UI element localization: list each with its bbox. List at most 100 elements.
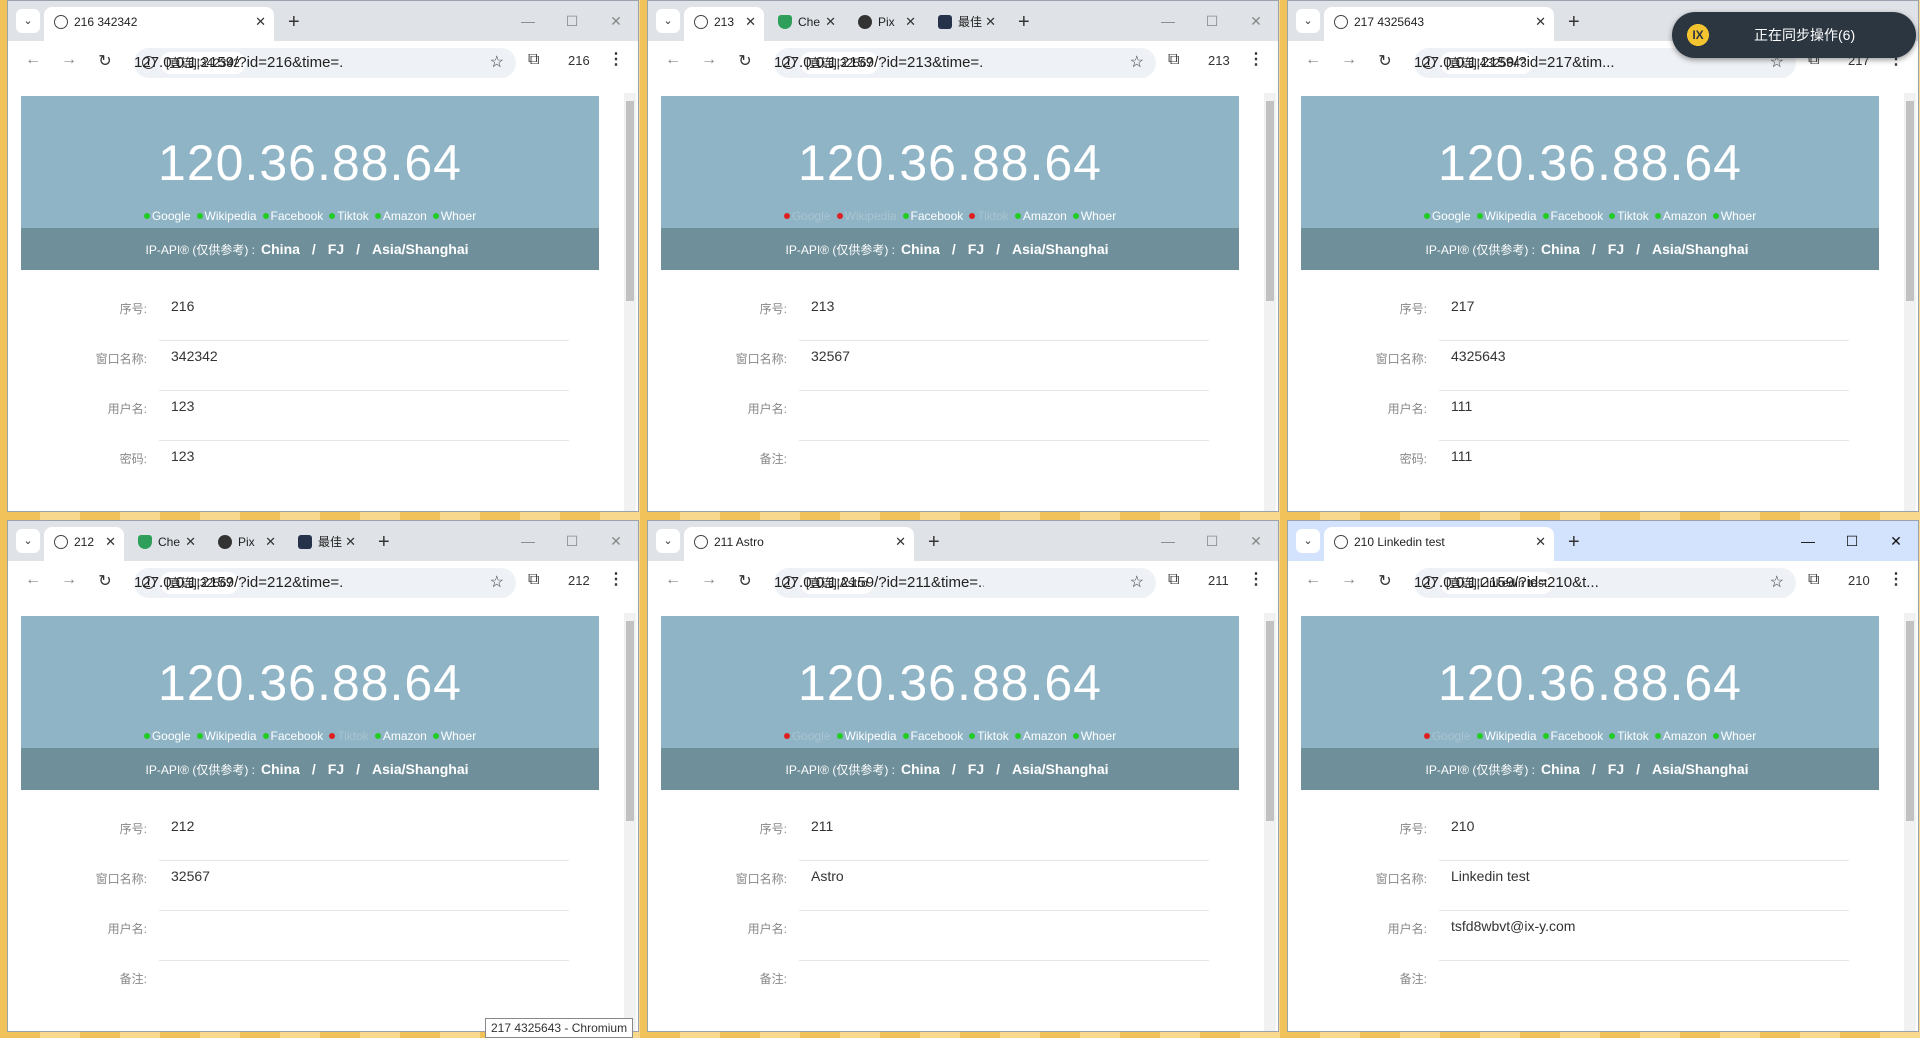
maximize-icon[interactable]: ☐: [560, 529, 584, 553]
scrollbar[interactable]: [1264, 93, 1276, 511]
menu-icon[interactable]: ⋮: [1888, 569, 1904, 589]
menu-icon[interactable]: ⋮: [608, 49, 624, 69]
site-check-link[interactable]: Tiktok: [1609, 209, 1649, 223]
extensions-icon[interactable]: ⧉: [1168, 51, 1179, 69]
close-tab-icon[interactable]: ✕: [105, 527, 116, 557]
site-check-link[interactable]: Tiktok: [969, 729, 1009, 743]
minimize-icon[interactable]: —: [1156, 9, 1180, 33]
menu-icon[interactable]: ⋮: [608, 569, 624, 589]
site-check-link[interactable]: Tiktok: [329, 729, 369, 743]
close-tab-icon[interactable]: ✕: [985, 7, 996, 37]
tab-search-icon[interactable]: ⌄: [16, 9, 40, 33]
site-check-link[interactable]: Wikipedia: [1476, 209, 1537, 223]
scrollbar-thumb[interactable]: [1906, 101, 1914, 301]
site-check-link[interactable]: Tiktok: [1609, 729, 1649, 743]
site-check-link[interactable]: Google: [143, 729, 191, 743]
new-tab-icon[interactable]: +: [1568, 7, 1580, 37]
browser-tab[interactable]: 217 4325643 ✕: [1324, 7, 1554, 41]
window-id-badge[interactable]: 211: [1208, 573, 1229, 588]
new-tab-icon[interactable]: +: [288, 7, 300, 37]
reload-icon[interactable]: ↻: [734, 51, 756, 71]
tab-search-icon[interactable]: ⌄: [1296, 9, 1320, 33]
maximize-icon[interactable]: ☐: [1840, 529, 1864, 553]
back-icon[interactable]: ←: [22, 51, 44, 69]
reload-icon[interactable]: ↻: [734, 571, 756, 591]
address-bar[interactable]: i [直连]|Astro 127.0.0.1:2159/?id=211&time=.…: [774, 568, 1156, 598]
close-window-icon[interactable]: ✕: [1244, 529, 1268, 553]
site-check-link[interactable]: Whoer: [1712, 209, 1756, 223]
bookmark-star-icon[interactable]: ☆: [1130, 568, 1144, 598]
back-icon[interactable]: ←: [1302, 51, 1324, 69]
extensions-icon[interactable]: ⧉: [1168, 571, 1179, 589]
minimize-icon[interactable]: —: [516, 529, 540, 553]
site-check-link[interactable]: Wikipedia: [836, 209, 897, 223]
maximize-icon[interactable]: ☐: [560, 9, 584, 33]
close-window-icon[interactable]: ✕: [604, 529, 628, 553]
browser-tab[interactable]: 216 342342 ✕: [44, 7, 274, 41]
site-check-link[interactable]: Whoer: [1072, 209, 1116, 223]
back-icon[interactable]: ←: [22, 571, 44, 589]
close-tab-icon[interactable]: ✕: [1535, 7, 1546, 37]
minimize-icon[interactable]: —: [1156, 529, 1180, 553]
new-tab-icon[interactable]: +: [1568, 527, 1580, 557]
window-id-badge[interactable]: 212: [568, 573, 590, 588]
reload-icon[interactable]: ↻: [94, 51, 116, 71]
reload-icon[interactable]: ↻: [1374, 571, 1396, 591]
url-text[interactable]: 127.0.0.1:2159/?id=213&time=...: [774, 48, 984, 78]
extensions-icon[interactable]: ⧉: [528, 51, 539, 69]
window-id-badge[interactable]: 210: [1848, 573, 1870, 588]
site-check-link[interactable]: Wikipedia: [196, 729, 257, 743]
scrollbar[interactable]: [1904, 93, 1916, 511]
reload-icon[interactable]: ↻: [94, 571, 116, 591]
back-icon[interactable]: ←: [1302, 571, 1324, 589]
close-window-icon[interactable]: ✕: [1884, 529, 1908, 553]
url-text[interactable]: 127.0.0.1:2159/?id=217&tim...: [1414, 48, 1624, 78]
forward-icon[interactable]: →: [58, 571, 80, 589]
forward-icon[interactable]: →: [58, 51, 80, 69]
browser-window[interactable]: ⌄ 211 Astro ✕ + — ☐ ✕ ← → ↻ i [直连]|Astro 127.0.0.1:2…: [647, 520, 1279, 1032]
site-check-link[interactable]: Whoer: [1072, 729, 1116, 743]
site-check-link[interactable]: Facebook: [262, 209, 323, 223]
browser-window[interactable]: ⌄217 4325643✕+—☐✕←→↻i[直连]|4325643127.0.0…: [1287, 0, 1919, 512]
site-check-link[interactable]: Facebook: [902, 209, 963, 223]
forward-icon[interactable]: →: [698, 571, 720, 589]
tab-search-icon[interactable]: ⌄: [656, 529, 680, 553]
close-tab-icon[interactable]: ✕: [185, 527, 196, 557]
bookmark-star-icon[interactable]: ☆: [490, 568, 504, 598]
menu-icon[interactable]: ⋮: [1248, 569, 1264, 589]
new-tab-icon[interactable]: +: [928, 527, 940, 557]
forward-icon[interactable]: →: [1338, 51, 1360, 69]
maximize-icon[interactable]: ☐: [1200, 529, 1224, 553]
site-check-link[interactable]: Google: [783, 209, 831, 223]
close-tab-icon[interactable]: ✕: [745, 7, 756, 37]
site-check-link[interactable]: Wikipedia: [836, 729, 897, 743]
new-tab-icon[interactable]: +: [378, 527, 390, 557]
site-check-link[interactable]: Facebook: [902, 729, 963, 743]
extensions-icon[interactable]: ⧉: [528, 571, 539, 589]
site-check-link[interactable]: Google: [143, 209, 191, 223]
scrollbar-thumb[interactable]: [626, 621, 634, 821]
back-icon[interactable]: ←: [662, 51, 684, 69]
sync-status-toast[interactable]: 正在同步操作(6): [1672, 12, 1916, 58]
scrollbar-thumb[interactable]: [626, 101, 634, 301]
extensions-icon[interactable]: ⧉: [1808, 571, 1819, 589]
scrollbar[interactable]: [1264, 613, 1276, 1031]
browser-window[interactable]: ⌄ 210 Linkedin test ✕ + — ☐ ✕ ← → ↻ i [直连]|Linkedin…: [1287, 520, 1919, 1032]
address-bar[interactable]: i [直连]|342342 127.0.0.1:2159/?id=216&time=…: [134, 48, 516, 78]
menu-icon[interactable]: ⋮: [1248, 49, 1264, 69]
browser-tab[interactable]: Che ✕: [128, 527, 204, 561]
tab-search-icon[interactable]: ⌄: [1296, 529, 1320, 553]
scrollbar[interactable]: [624, 93, 636, 511]
scrollbar[interactable]: [624, 613, 636, 1031]
maximize-icon[interactable]: ☐: [1200, 9, 1224, 33]
browser-tab[interactable]: Che ✕: [768, 7, 844, 41]
site-check-link[interactable]: Google: [783, 729, 831, 743]
forward-icon[interactable]: →: [1338, 571, 1360, 589]
scrollbar[interactable]: [1904, 613, 1916, 1031]
tab-search-icon[interactable]: ⌄: [16, 529, 40, 553]
site-check-link[interactable]: Google: [1423, 729, 1471, 743]
browser-tab[interactable]: Pix ✕: [208, 527, 284, 561]
close-tab-icon[interactable]: ✕: [905, 7, 916, 37]
site-check-link[interactable]: Facebook: [1542, 209, 1603, 223]
forward-icon[interactable]: →: [698, 51, 720, 69]
